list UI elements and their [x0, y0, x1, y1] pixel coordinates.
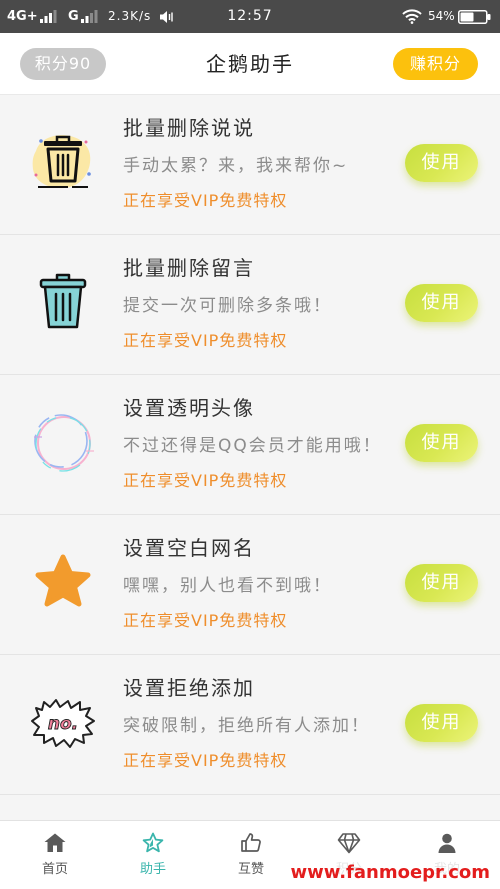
- tab-mutual-likes[interactable]: 互赞: [202, 821, 300, 889]
- use-button[interactable]: 使用: [405, 144, 478, 182]
- page-title: 企鹅助手: [206, 52, 294, 76]
- feature-item-transparent-avatar: 设置透明头像 不过还得是QQ会员才能用哦！ 正在享受VIP免费特权 使用: [0, 375, 500, 515]
- tab-label: 助手: [139, 862, 166, 877]
- network-type-secondary: G: [68, 9, 79, 24]
- points-button[interactable]: 积分90: [20, 48, 106, 80]
- feature-item-batch-delete-posts: 批量删除说说 手动太累？来，我来帮你~ 正在享受VIP免费特权 使用: [0, 95, 500, 235]
- feature-title: 设置空白网名: [123, 536, 255, 560]
- use-button[interactable]: 使用: [405, 424, 478, 462]
- feature-title: 设置透明头像: [123, 396, 255, 420]
- app-header: 积分90 企鹅助手 赚积分: [0, 33, 500, 95]
- feature-title: 批量删除留言: [123, 256, 255, 280]
- feature-description: 嘿嘿，别人也看不到哦！: [123, 576, 332, 596]
- feature-list: 批量删除说说 手动太累？来，我来帮你~ 正在享受VIP免费特权 使用 批量删除留…: [0, 95, 500, 820]
- use-button[interactable]: 使用: [405, 564, 478, 602]
- network-type-primary: 4G+: [7, 9, 38, 24]
- trash-can-icon: [32, 135, 91, 189]
- thumbs-up-icon: [241, 833, 261, 852]
- clock-time: 12:57: [227, 8, 273, 24]
- feature-title: 批量删除说说: [123, 116, 255, 140]
- tab-label: 首页: [41, 862, 68, 877]
- no-lettering: no.: [48, 714, 78, 734]
- person-icon: [438, 833, 456, 853]
- feature-title: 设置拒绝添加: [123, 676, 255, 700]
- watermark: www.fanmoepr.com: [288, 861, 492, 885]
- vibrate-icon: [160, 11, 173, 23]
- status-bar: 4G+ G 2.3K/s 12:57 54%: [0, 0, 500, 33]
- tab-label: 互赞: [237, 862, 264, 877]
- star-outline-icon: [142, 832, 164, 853]
- feature-description: 不过还得是QQ会员才能用哦！: [123, 436, 382, 456]
- earn-points-button[interactable]: 赚积分: [393, 48, 478, 80]
- feature-description: 突破限制，拒绝所有人添加！: [123, 716, 370, 736]
- feature-item-batch-delete-messages: 批量删除留言 提交一次可删除多条哦！ 正在享受VIP免费特权 使用: [0, 235, 500, 375]
- signal-icon: [40, 10, 57, 23]
- battery-percent: 54%: [428, 9, 455, 23]
- use-button[interactable]: 使用: [405, 704, 478, 742]
- network-speed: 2.3K/s: [108, 9, 152, 23]
- signal-icon: [81, 10, 98, 23]
- home-icon: [44, 833, 66, 852]
- no-sign-icon: no.: [31, 699, 95, 748]
- tab-home[interactable]: 首页: [6, 821, 104, 889]
- feature-description: 手动太累？来，我来帮你~: [123, 156, 349, 176]
- transparent-avatar-icon: [34, 414, 94, 472]
- diamond-icon: [337, 833, 361, 854]
- star-icon: [35, 554, 91, 607]
- tab-assistant[interactable]: 助手: [104, 821, 202, 889]
- vip-status: 正在享受VIP免费特权: [123, 751, 288, 770]
- vip-status: 正在享受VIP免费特权: [123, 331, 288, 350]
- vip-status: 正在享受VIP免费特权: [123, 611, 288, 630]
- battery-icon: [458, 10, 491, 24]
- vip-status: 正在享受VIP免费特权: [123, 471, 288, 490]
- feature-description: 提交一次可删除多条哦！: [123, 296, 332, 316]
- use-button[interactable]: 使用: [405, 284, 478, 322]
- feature-item-blank-nickname: 设置空白网名 嘿嘿，别人也看不到哦！ 正在享受VIP免费特权 使用: [0, 515, 500, 655]
- wifi-icon: [402, 9, 422, 24]
- vip-status: 正在享受VIP免费特权: [123, 191, 288, 210]
- feature-item-reject-friend-requests: no. 设置拒绝添加 突破限制，拒绝所有人添加！ 正在享受VIP免费特权 使用: [0, 655, 500, 795]
- trash-bin-icon: [39, 273, 87, 329]
